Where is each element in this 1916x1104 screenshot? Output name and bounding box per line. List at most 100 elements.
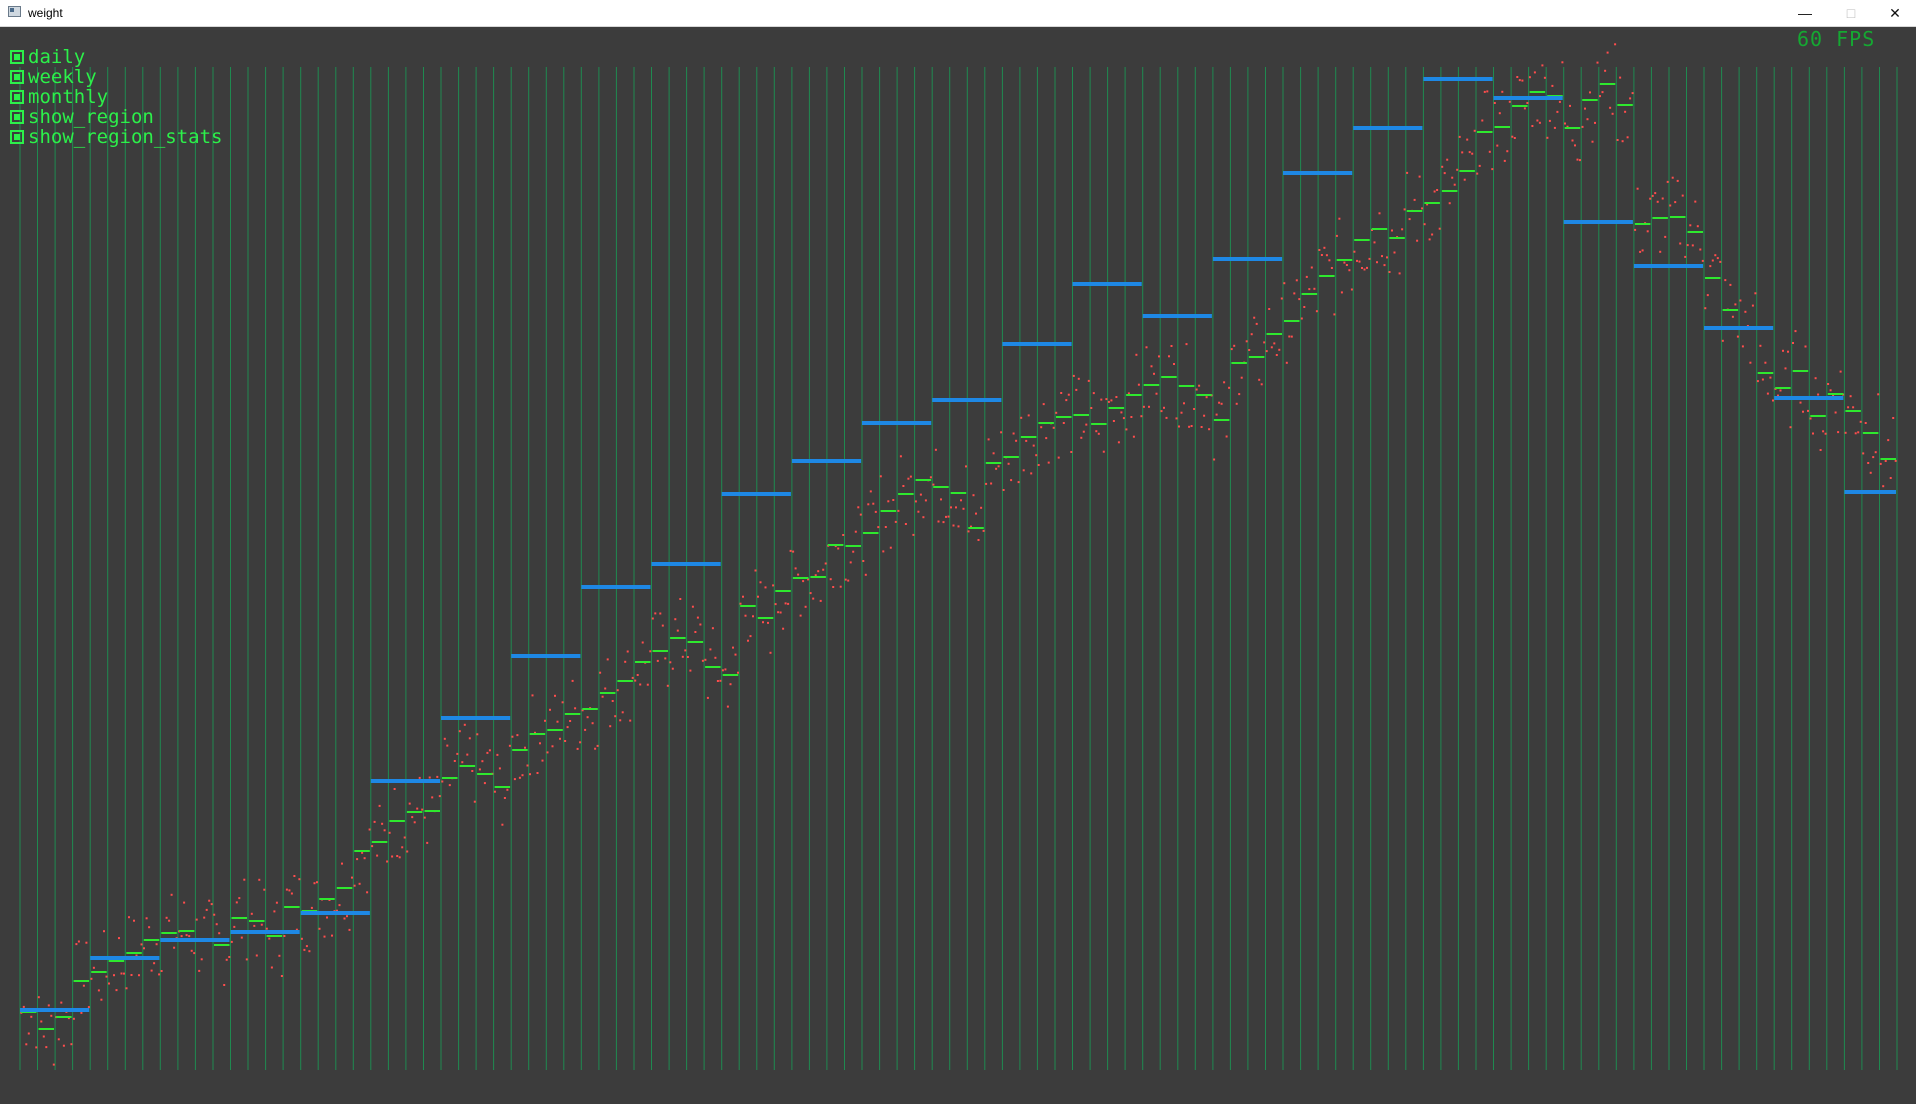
checkbox-weekly[interactable]: [10, 70, 24, 84]
daily-point: [1716, 257, 1719, 260]
daily-point: [922, 516, 925, 519]
daily-point: [1295, 279, 1298, 282]
daily-point: [1278, 348, 1281, 351]
daily-point: [924, 499, 927, 502]
weekly-tick: [968, 527, 984, 529]
weekly-tick: [424, 810, 440, 812]
weekly-tick: [1599, 83, 1616, 85]
daily-point: [1183, 402, 1185, 405]
checkbox-show-region-stats[interactable]: [10, 130, 24, 144]
daily-point: [1581, 125, 1584, 128]
daily-point: [1223, 381, 1226, 384]
daily-point: [546, 751, 549, 754]
daily-point: [1819, 449, 1822, 451]
daily-point: [1350, 288, 1353, 291]
daily-point: [1353, 250, 1356, 253]
daily-point: [1310, 266, 1313, 269]
daily-point: [123, 972, 125, 975]
daily-point: [243, 878, 246, 881]
daily-point: [1564, 122, 1566, 125]
daily-point: [195, 918, 198, 921]
daily-point: [997, 465, 1000, 468]
toggle-show-region-stats[interactable]: show_region_stats: [10, 127, 222, 147]
checkbox-show-region[interactable]: [10, 110, 24, 124]
daily-point: [1398, 272, 1401, 275]
daily-point: [1822, 430, 1825, 433]
daily-point: [481, 760, 484, 763]
close-button[interactable]: ✕: [1872, 0, 1916, 26]
daily-point: [1117, 441, 1120, 444]
daily-point: [1386, 256, 1388, 259]
daily-point: [919, 493, 922, 496]
daily-point: [496, 753, 499, 756]
weekly-tick: [161, 932, 177, 934]
daily-point: [165, 916, 168, 919]
daily-point: [975, 512, 977, 515]
daily-point: [97, 989, 100, 992]
daily-point: [1461, 151, 1464, 154]
daily-point: [1345, 264, 1348, 266]
monthly-bar: [1002, 342, 1072, 346]
daily-point: [356, 858, 359, 861]
daily-point: [897, 509, 900, 512]
weekly-tick: [1213, 419, 1230, 421]
weekly-tick: [1091, 423, 1107, 425]
daily-point: [977, 539, 980, 541]
daily-point: [1709, 265, 1712, 268]
daily-point: [1814, 377, 1817, 380]
daily-point: [849, 561, 852, 564]
daily-point: [1536, 119, 1539, 122]
daily-point: [1589, 91, 1591, 94]
daily-point: [544, 719, 546, 722]
monthly-bar: [1072, 282, 1142, 286]
checkbox-daily[interactable]: [10, 50, 24, 64]
weight-chart: [19, 43, 1898, 1070]
daily-point: [401, 846, 404, 849]
monthly-bar: [581, 585, 651, 589]
daily-point: [1789, 426, 1792, 429]
daily-point: [1158, 355, 1160, 358]
daily-point: [539, 742, 541, 745]
minimize-button[interactable]: —: [1782, 0, 1828, 26]
daily-point: [1792, 342, 1794, 344]
daily-point: [503, 797, 506, 799]
daily-point: [113, 974, 115, 977]
toggle-weekly[interactable]: weekly: [10, 67, 222, 87]
daily-point: [1102, 450, 1105, 453]
daily-point: [952, 524, 955, 527]
daily-point: [1804, 345, 1807, 348]
daily-point: [1734, 303, 1737, 306]
daily-point: [1887, 439, 1890, 442]
daily-point: [1208, 428, 1211, 431]
daily-point: [764, 586, 767, 589]
weekly-tick: [1792, 370, 1809, 372]
daily-point: [1511, 135, 1514, 138]
checkbox-monthly[interactable]: [10, 90, 24, 104]
daily-point: [1062, 422, 1065, 424]
daily-point: [564, 740, 567, 742]
daily-point: [709, 648, 712, 651]
daily-point: [842, 534, 845, 536]
daily-point: [1040, 426, 1043, 429]
daily-point: [719, 679, 722, 682]
daily-point: [1320, 254, 1323, 256]
weekly-tick: [108, 960, 125, 962]
daily-point: [804, 605, 807, 608]
daily-point: [1704, 307, 1707, 310]
daily-point: [646, 683, 649, 686]
daily-point: [1032, 444, 1035, 447]
daily-point: [105, 975, 108, 978]
daily-point: [1303, 306, 1306, 308]
toggle-show-region[interactable]: show_region: [10, 107, 222, 127]
monthly-bar: [1212, 257, 1283, 261]
toggle-monthly[interactable]: monthly: [10, 87, 222, 107]
maximize-button[interactable]: □: [1828, 0, 1874, 26]
daily-point: [1794, 330, 1797, 333]
monthly-bar: [1704, 326, 1774, 330]
daily-point: [1388, 271, 1391, 273]
daily-point: [1859, 420, 1862, 423]
toggle-daily[interactable]: daily: [10, 47, 222, 67]
daily-point: [1112, 420, 1115, 422]
weekly-tick: [845, 545, 861, 547]
monthly-bar: [1142, 314, 1212, 318]
